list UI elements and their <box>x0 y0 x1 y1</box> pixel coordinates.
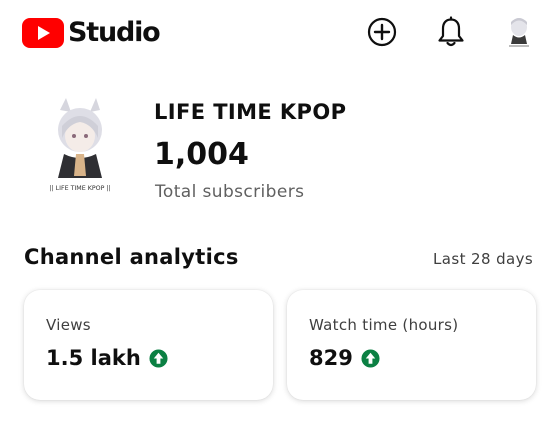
channel-avatar[interactable]: || LIFE TIME KPOP || <box>40 96 120 198</box>
channel-avatar-image: || LIFE TIME KPOP || <box>40 96 120 198</box>
views-value: 1.5 lakh <box>46 346 141 370</box>
bell-icon <box>438 16 464 47</box>
watch-time-label: Watch time (hours) <box>309 316 459 334</box>
add-circle-icon <box>367 17 397 47</box>
account-avatar-icon <box>503 14 535 50</box>
studio-wordmark: Studio <box>68 17 161 48</box>
analytics-period: Last 28 days <box>433 250 534 268</box>
create-button[interactable] <box>366 16 398 48</box>
watch-time-card[interactable]: Watch time (hours) 829 <box>287 290 536 400</box>
top-bar: Studio <box>0 0 560 64</box>
avatar-caption: || LIFE TIME KPOP || <box>49 185 110 192</box>
channel-analytics-title: Channel analytics <box>24 245 239 269</box>
trend-up-icon <box>361 348 380 368</box>
views-card[interactable]: Views 1.5 lakh <box>24 290 273 400</box>
channel-name: LIFE TIME KPOP <box>154 100 347 124</box>
subscriber-count: 1,004 <box>154 137 249 172</box>
studio-logo[interactable]: Studio <box>22 17 161 48</box>
subscriber-label: Total subscribers <box>155 182 305 202</box>
account-avatar-button[interactable] <box>503 14 535 50</box>
notifications-button[interactable] <box>435 16 467 48</box>
watch-time-value: 829 <box>309 346 353 370</box>
channel-header: || LIFE TIME KPOP || LIFE TIME KPOP 1,00… <box>0 90 560 210</box>
trend-up-icon <box>149 348 168 368</box>
views-label: Views <box>46 316 91 334</box>
youtube-logo-icon <box>22 17 64 48</box>
